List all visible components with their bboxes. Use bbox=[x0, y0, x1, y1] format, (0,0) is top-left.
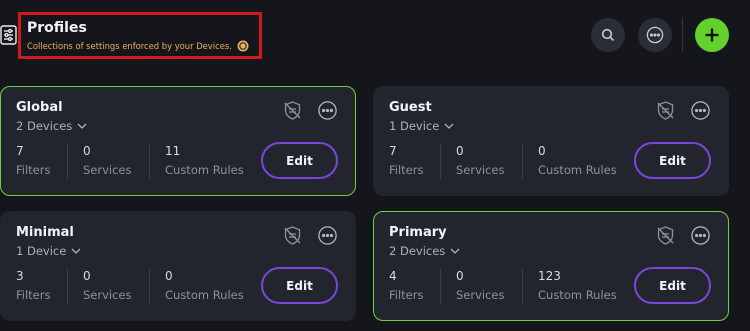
stat-divider bbox=[149, 143, 150, 180]
header-divider bbox=[682, 18, 683, 52]
stat-services: 0 Services bbox=[456, 269, 505, 302]
stat-filters: 4 Filters bbox=[389, 269, 423, 302]
stat-value: 0 bbox=[538, 144, 546, 158]
stat-label: Services bbox=[456, 163, 505, 177]
devices-dropdown[interactable]: 1 Device bbox=[389, 119, 454, 133]
stat-value: 0 bbox=[83, 144, 91, 158]
more-icon[interactable] bbox=[317, 225, 338, 246]
stat-divider bbox=[440, 268, 441, 305]
page-subtitle-text: Collections of settings enforced by your… bbox=[27, 41, 232, 51]
stat-custom-rules: 0 Custom Rules bbox=[538, 144, 617, 177]
devices-count: 1 Device bbox=[16, 244, 67, 258]
stat-label: Filters bbox=[389, 163, 424, 177]
stat-divider bbox=[149, 268, 150, 305]
page-subtitle: Collections of settings enforced by your… bbox=[27, 40, 259, 52]
stat-label: Custom Rules bbox=[165, 163, 244, 177]
profile-card-primary[interactable]: Primary 2 Devices 4 Filters 0 Services 1… bbox=[373, 211, 729, 321]
stat-label: Custom Rules bbox=[165, 288, 244, 302]
stat-services: 0 Services bbox=[83, 269, 132, 302]
devices-dropdown[interactable]: 2 Devices bbox=[16, 119, 87, 133]
edit-profile-button[interactable]: Edit bbox=[261, 142, 338, 179]
stat-label: Services bbox=[456, 288, 505, 302]
shield-off-icon[interactable] bbox=[282, 100, 303, 121]
stat-label: Filters bbox=[16, 288, 51, 302]
stat-divider bbox=[522, 143, 523, 180]
stat-value: 3 bbox=[16, 269, 24, 283]
stat-value: 0 bbox=[83, 269, 91, 283]
stat-value: 7 bbox=[389, 144, 397, 158]
stat-custom-rules: 0 Custom Rules bbox=[165, 269, 244, 302]
stat-services: 0 Services bbox=[456, 144, 505, 177]
profile-card-minimal[interactable]: Minimal 1 Device 3 Filters 0 Services 0 … bbox=[0, 211, 356, 321]
devices-count: 2 Devices bbox=[16, 119, 73, 133]
stat-value: 11 bbox=[165, 144, 181, 158]
chevron-down-icon bbox=[77, 123, 87, 129]
devices-count: 2 Devices bbox=[389, 244, 446, 258]
stat-value: 0 bbox=[456, 269, 464, 283]
search-button[interactable] bbox=[591, 18, 625, 52]
stat-custom-rules: 11 Custom Rules bbox=[165, 144, 244, 177]
stat-divider bbox=[522, 268, 523, 305]
edit-profile-button[interactable]: Edit bbox=[634, 142, 711, 179]
stat-divider bbox=[67, 268, 68, 305]
more-icon bbox=[646, 26, 664, 44]
chevron-down-icon bbox=[71, 248, 81, 254]
profile-name: Minimal bbox=[16, 225, 74, 240]
profile-name: Guest bbox=[389, 100, 432, 115]
stat-label: Filters bbox=[389, 288, 424, 302]
stat-value: 0 bbox=[456, 144, 464, 158]
add-profile-button[interactable] bbox=[695, 18, 729, 52]
stat-divider bbox=[440, 143, 441, 180]
stat-filters: 7 Filters bbox=[16, 144, 50, 177]
stat-label: Custom Rules bbox=[538, 163, 617, 177]
stat-label: Custom Rules bbox=[538, 288, 617, 302]
profile-name: Primary bbox=[389, 225, 447, 240]
stat-filters: 7 Filters bbox=[389, 144, 423, 177]
more-icon[interactable] bbox=[690, 100, 711, 121]
devices-count: 1 Device bbox=[389, 119, 440, 133]
page-title: Profiles bbox=[27, 20, 87, 36]
shield-off-icon[interactable] bbox=[282, 225, 303, 246]
edit-profile-button[interactable]: Edit bbox=[634, 267, 711, 304]
profile-card-guest[interactable]: Guest 1 Device 7 Filters 0 Services 0 Cu… bbox=[373, 86, 729, 196]
stat-label: Services bbox=[83, 163, 132, 177]
search-icon bbox=[601, 28, 615, 42]
stat-custom-rules: 123 Custom Rules bbox=[538, 269, 617, 302]
stat-value: 4 bbox=[389, 269, 397, 283]
profile-card-global[interactable]: Global 2 Devices 7 Filters 0 Services 11… bbox=[0, 86, 356, 196]
stat-label: Services bbox=[83, 288, 132, 302]
chevron-down-icon bbox=[444, 123, 454, 129]
stat-services: 0 Services bbox=[83, 144, 132, 177]
stat-value: 123 bbox=[538, 269, 561, 283]
stat-divider bbox=[67, 143, 68, 180]
devices-dropdown[interactable]: 2 Devices bbox=[389, 244, 460, 258]
shield-off-icon[interactable] bbox=[655, 100, 676, 121]
more-options-button[interactable] bbox=[638, 18, 672, 52]
profile-name: Global bbox=[16, 100, 63, 115]
add-icon bbox=[705, 28, 719, 42]
more-icon[interactable] bbox=[690, 225, 711, 246]
sliders-icon[interactable] bbox=[0, 25, 17, 45]
profiles-page: Profiles Collections of settings enforce… bbox=[0, 0, 750, 331]
page-header-highlight: Profiles Collections of settings enforce… bbox=[18, 12, 262, 59]
stat-filters: 3 Filters bbox=[16, 269, 50, 302]
more-icon[interactable] bbox=[317, 100, 338, 121]
stat-value: 7 bbox=[16, 144, 24, 158]
shield-off-icon[interactable] bbox=[655, 225, 676, 246]
chevron-down-icon bbox=[450, 248, 460, 254]
stat-value: 0 bbox=[165, 269, 173, 283]
stat-label: Filters bbox=[16, 163, 51, 177]
devices-dropdown[interactable]: 1 Device bbox=[16, 244, 81, 258]
info-coin-icon[interactable] bbox=[237, 40, 249, 52]
edit-profile-button[interactable]: Edit bbox=[261, 267, 338, 304]
